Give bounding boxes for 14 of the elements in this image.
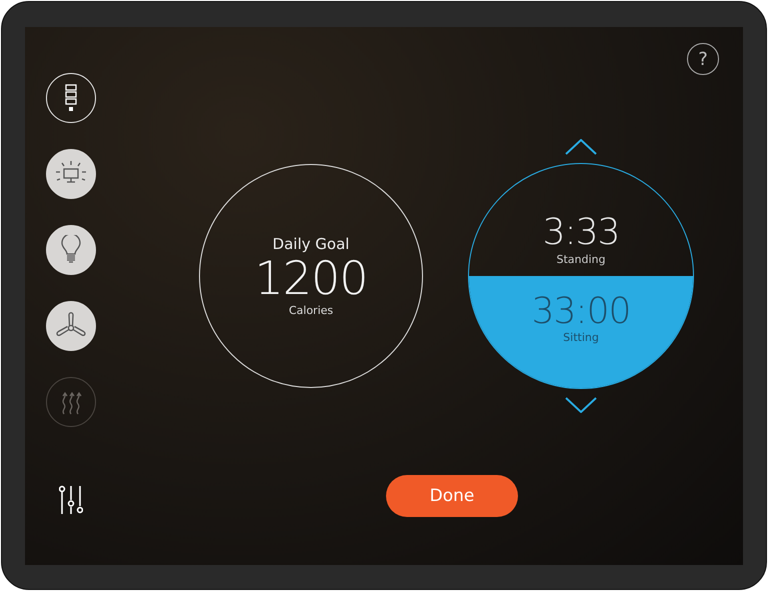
lightbulb-icon bbox=[61, 235, 81, 265]
help-button[interactable]: ? bbox=[687, 43, 719, 75]
goal-value: 1200 bbox=[254, 253, 368, 304]
goal-title: Daily Goal bbox=[272, 235, 350, 254]
chevron-up-icon[interactable] bbox=[565, 139, 597, 155]
standing-time: 3:33 bbox=[542, 213, 620, 253]
device-toggle-button[interactable] bbox=[46, 377, 96, 427]
sitting-label: Sitting bbox=[563, 331, 599, 344]
chevron-down-icon[interactable] bbox=[565, 397, 597, 413]
goal-unit: Calories bbox=[288, 304, 334, 317]
sitting-time: 33:00 bbox=[532, 292, 630, 332]
standing-label: Standing bbox=[556, 252, 606, 266]
stack-icon bbox=[65, 84, 77, 112]
settings-sliders-icon[interactable] bbox=[59, 485, 83, 515]
